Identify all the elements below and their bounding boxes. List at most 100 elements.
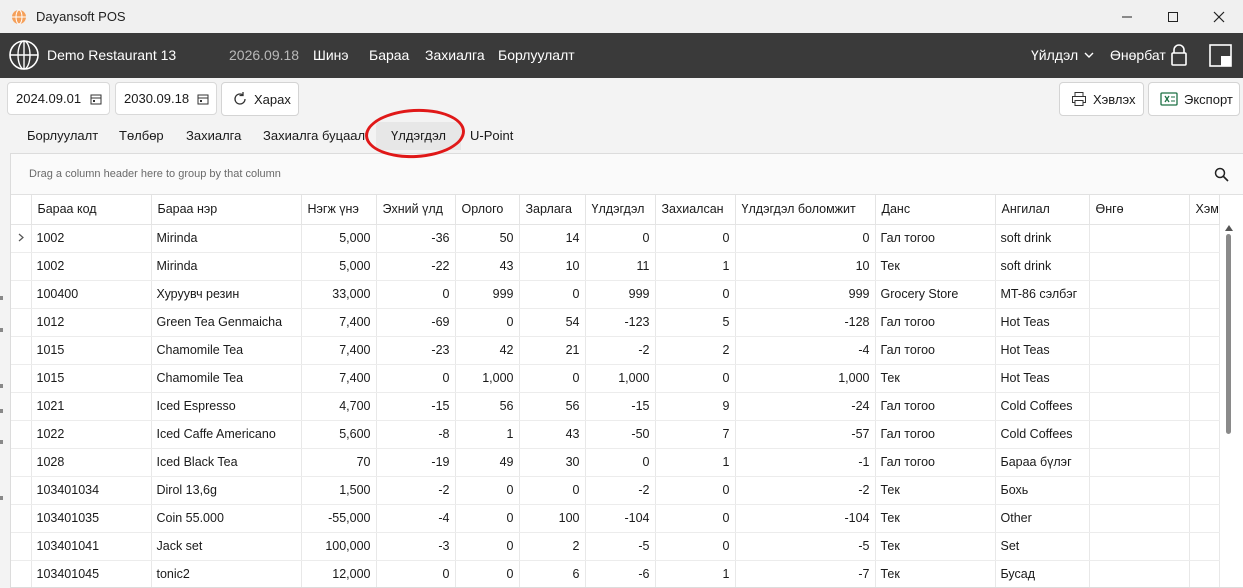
table-cell[interactable]	[1189, 420, 1220, 449]
table-cell[interactable]: 56	[519, 392, 586, 421]
table-cell[interactable]: 7,400	[301, 364, 377, 393]
table-cell[interactable]: Dirol 13,6g	[151, 476, 302, 505]
table-cell[interactable]: 1012	[31, 308, 152, 337]
menu-sales[interactable]: Борлуулалт	[498, 47, 575, 63]
table-cell[interactable]: -2	[376, 476, 456, 505]
row-indicator[interactable]	[11, 560, 32, 587]
table-cell[interactable]: Тек	[875, 504, 996, 533]
table-cell[interactable]: 5	[655, 308, 736, 337]
table-cell[interactable]: -3	[376, 532, 456, 561]
table-cell[interactable]: 0	[655, 364, 736, 393]
user-name[interactable]: Өнөрбат	[1110, 47, 1166, 63]
table-cell[interactable]: -24	[735, 392, 876, 421]
column-header[interactable]: Бараа нэр	[151, 195, 302, 225]
table-cell[interactable]: Гал тогоо	[875, 224, 996, 253]
table-row[interactable]: 103401034 Dirol 13,6g 1,500 -2 0 0 -2 0 -2 Тек Бох…	[11, 476, 1220, 505]
table-cell[interactable]: 0	[455, 532, 520, 561]
menu-orders[interactable]: Захиалга	[425, 47, 485, 63]
table-cell[interactable]: 0	[455, 504, 520, 533]
table-cell[interactable]: Гал тогоо	[875, 448, 996, 477]
table-cell[interactable]: 9	[655, 392, 736, 421]
table-cell[interactable]: Гал тогоо	[875, 308, 996, 337]
table-cell[interactable]: 7	[655, 420, 736, 449]
table-cell[interactable]	[1089, 308, 1190, 337]
calendar-icon[interactable]	[197, 93, 209, 105]
table-cell[interactable]: -7	[735, 560, 876, 587]
table-cell[interactable]	[1189, 532, 1220, 561]
table-cell[interactable]: Mirinda	[151, 224, 302, 253]
column-header[interactable]: Ангилал	[995, 195, 1090, 225]
table-cell[interactable]: 1	[455, 420, 520, 449]
tab-orders[interactable]: Захиалга	[186, 128, 241, 143]
table-cell[interactable]: 103401045	[31, 560, 152, 587]
scrollbar-thumb[interactable]	[1226, 234, 1231, 434]
table-cell[interactable]	[1089, 560, 1190, 587]
row-indicator[interactable]	[11, 336, 32, 365]
table-cell[interactable]: 0	[735, 224, 876, 253]
table-cell[interactable]: -55,000	[301, 504, 377, 533]
maximize-button[interactable]	[1150, 0, 1196, 33]
table-cell[interactable]: 4,700	[301, 392, 377, 421]
table-cell[interactable]: 42	[455, 336, 520, 365]
table-cell[interactable]: -4	[376, 504, 456, 533]
window-layout-icon[interactable]	[1209, 44, 1232, 67]
table-cell[interactable]: Green Tea Genmaicha	[151, 308, 302, 337]
minimize-button[interactable]	[1104, 0, 1150, 33]
table-cell[interactable]: -1	[735, 448, 876, 477]
print-button[interactable]: Хэвлэх	[1059, 82, 1144, 116]
actions-dropdown[interactable]: Үйлдэл	[1031, 47, 1094, 63]
column-header[interactable]: Захиалсан	[655, 195, 736, 225]
table-cell[interactable]: 100400	[31, 280, 152, 309]
table-cell[interactable]: 56	[455, 392, 520, 421]
table-cell[interactable]: 0	[455, 560, 520, 587]
table-cell[interactable]: 1,500	[301, 476, 377, 505]
table-cell[interactable]: 0	[655, 476, 736, 505]
table-cell[interactable]: Гал тогоо	[875, 336, 996, 365]
table-cell[interactable]	[1089, 364, 1190, 393]
tab-payment[interactable]: Төлбөр	[119, 128, 164, 143]
table-row[interactable]: 1002 Mirinda 5,000 -36 50 14 0 0 0 Гал тогоо soft …	[11, 224, 1220, 253]
table-cell[interactable]: 50	[455, 224, 520, 253]
table-cell[interactable]: Тек	[875, 560, 996, 587]
table-cell[interactable]: Coin 55.000	[151, 504, 302, 533]
table-cell[interactable]: -128	[735, 308, 876, 337]
table-cell[interactable]: 0	[655, 224, 736, 253]
table-cell[interactable]	[1089, 224, 1190, 253]
table-row[interactable]: 103401035 Coin 55.000 -55,000 -4 0 100 -104 0 -1…	[11, 504, 1220, 533]
table-row[interactable]: 1015 Chamomile Tea 7,400 -23 42 21 -2 2 -4 Гал то…	[11, 336, 1220, 365]
table-cell[interactable]: -2	[735, 476, 876, 505]
column-header[interactable]: Үлдэгдэл боломжит	[735, 195, 876, 225]
table-cell[interactable]: Iced Black Tea	[151, 448, 302, 477]
table-row[interactable]: 103401041 Jack set 100,000 -3 0 2 -5 0 -5 Тек Set	[11, 532, 1220, 561]
date-to-field[interactable]: 2030.09.18	[115, 82, 217, 115]
table-cell[interactable]: Hot Teas	[995, 336, 1090, 365]
table-cell[interactable]: 1	[655, 252, 736, 281]
table-cell[interactable]	[1089, 336, 1190, 365]
table-cell[interactable]: 43	[455, 252, 520, 281]
table-cell[interactable]: 1	[655, 448, 736, 477]
table-cell[interactable]	[1189, 308, 1220, 337]
table-cell[interactable]: Set	[995, 532, 1090, 561]
table-cell[interactable]: Hot Teas	[995, 364, 1090, 393]
row-indicator[interactable]	[11, 420, 32, 449]
table-cell[interactable]	[1089, 392, 1190, 421]
table-cell[interactable]	[1089, 476, 1190, 505]
row-indicator[interactable]	[11, 504, 32, 533]
table-cell[interactable]: 1,000	[455, 364, 520, 393]
table-cell[interactable]: 10	[735, 252, 876, 281]
column-header[interactable]: Нэгж үнэ	[301, 195, 377, 225]
table-cell[interactable]: 7,400	[301, 308, 377, 337]
tab-order-returns[interactable]: Захиалга буцаалт	[263, 128, 366, 143]
table-cell[interactable]: Iced Caffe Americano	[151, 420, 302, 449]
group-panel[interactable]: Drag a column header here to group by th…	[11, 154, 1243, 195]
row-indicator[interactable]	[11, 448, 32, 477]
lock-icon[interactable]	[1170, 43, 1188, 67]
table-cell[interactable]: 0	[655, 280, 736, 309]
table-cell[interactable]: Хуруувч резин	[151, 280, 302, 309]
table-cell[interactable]: Бараа бүлэг	[995, 448, 1090, 477]
table-cell[interactable]	[1189, 476, 1220, 505]
column-header[interactable]: Зарлага	[519, 195, 586, 225]
row-indicator[interactable]	[11, 224, 32, 253]
table-cell[interactable]: 21	[519, 336, 586, 365]
table-cell[interactable]: 0	[376, 280, 456, 309]
